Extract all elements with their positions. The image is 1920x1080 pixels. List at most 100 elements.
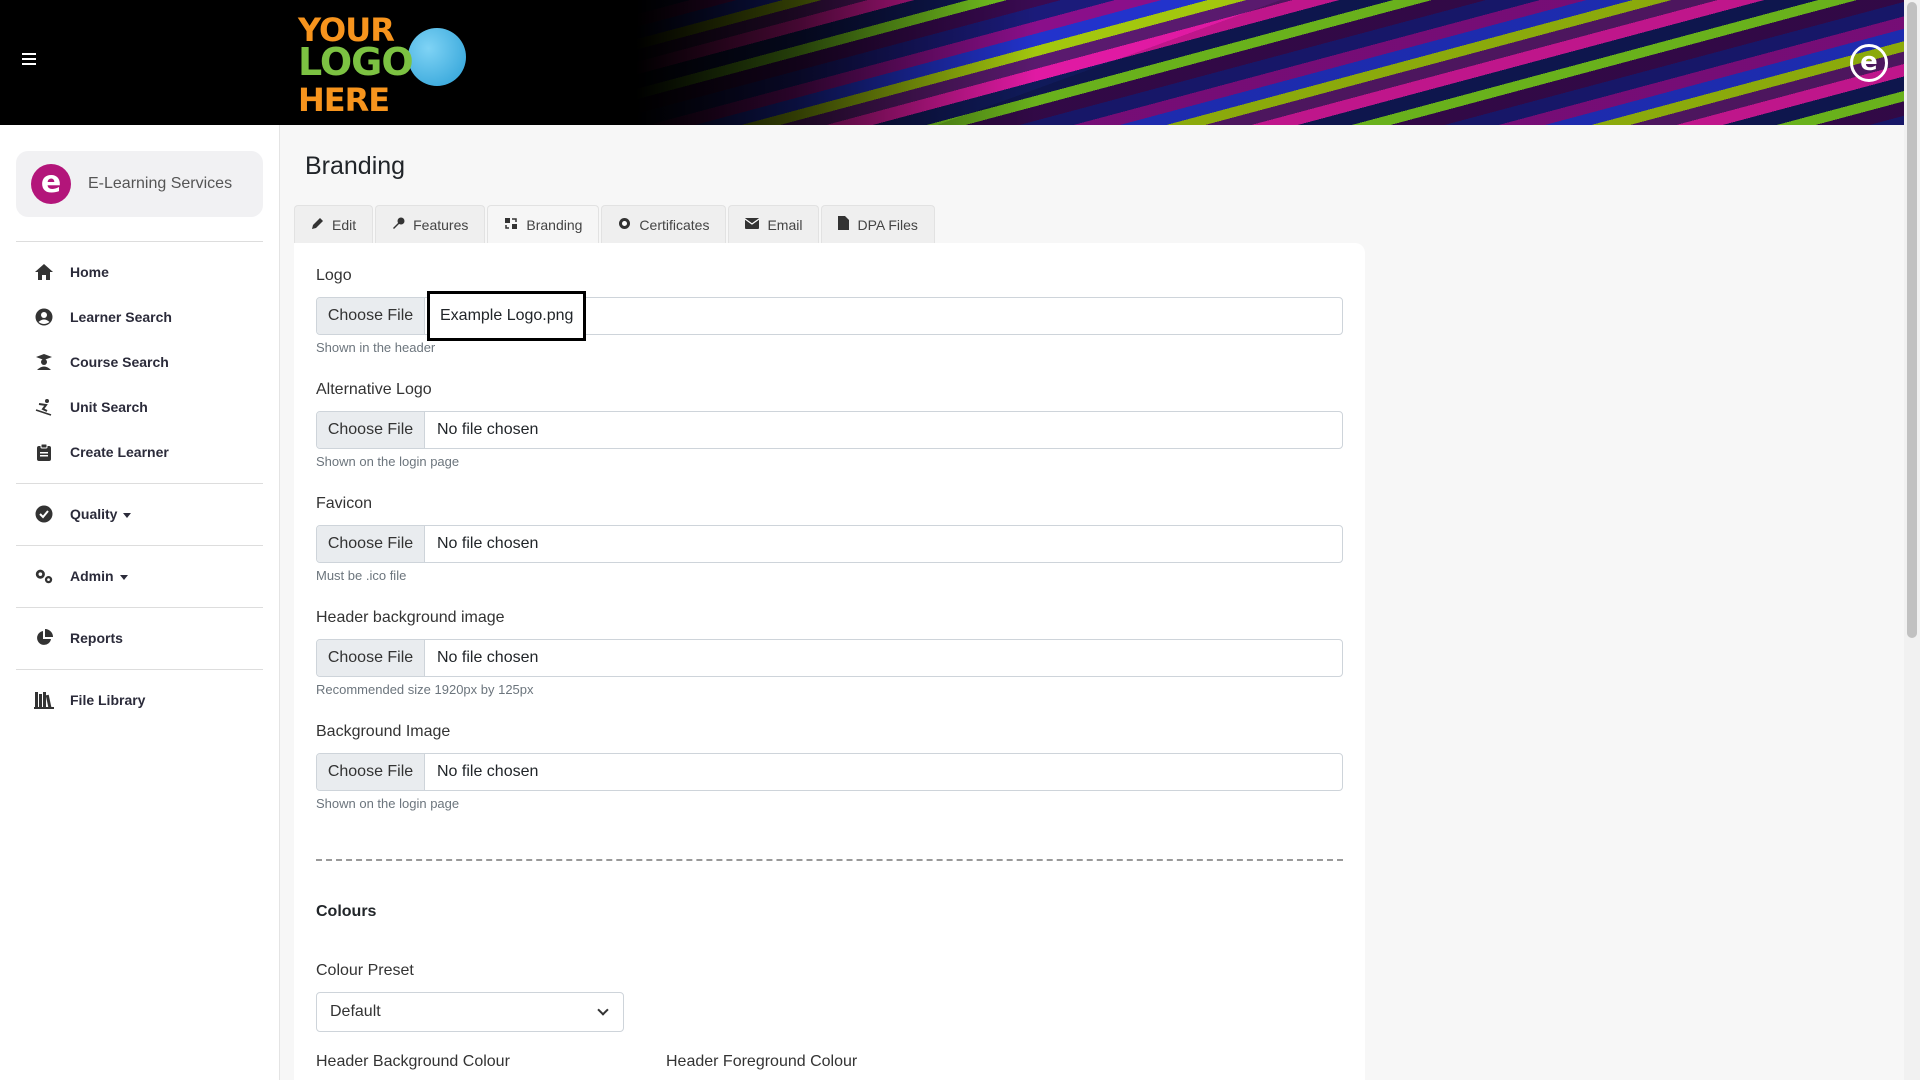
tab-edit[interactable]: Edit	[294, 205, 374, 243]
envelope-icon	[745, 217, 760, 232]
your-logo-here-logo[interactable]: YOUR LOGO HERE	[298, 12, 468, 116]
background-image-help-text: Shown on the login page	[316, 796, 460, 811]
alternative-logo-file-input[interactable]: Choose File No file chosen	[316, 411, 1343, 449]
sidebar-divider	[16, 669, 263, 670]
user-circle-icon	[34, 307, 54, 327]
clipboard-icon	[34, 442, 54, 462]
tab-branding[interactable]: Branding	[487, 205, 600, 243]
header-banner-fade	[636, 0, 1036, 125]
favicon-choose-file-button[interactable]: Choose File	[317, 526, 425, 562]
header-background-image-file-input[interactable]: Choose File No file chosen	[316, 639, 1343, 677]
app-header: YOUR LOGO HERE e	[0, 0, 1904, 125]
sidebar: e E-Learning Services Home Learner Searc…	[0, 125, 280, 1080]
sidebar-item-reports[interactable]: Reports	[34, 626, 123, 650]
alternative-logo-label: Alternative Logo	[316, 381, 432, 398]
sidebar-item-label: Home	[70, 264, 109, 280]
page-scrollbar[interactable]	[1904, 0, 1920, 1080]
sidebar-item-course-search[interactable]: Course Search	[34, 350, 169, 374]
corner-e-logo-icon: e	[1850, 44, 1888, 82]
sidebar-item-file-library[interactable]: File Library	[34, 688, 145, 712]
chevron-down-icon	[123, 512, 132, 518]
logo-ball-shape	[408, 28, 466, 86]
tab-label: Email	[767, 216, 803, 233]
alternative-logo-choose-file-button[interactable]: Choose File	[317, 412, 425, 448]
award-icon	[618, 217, 631, 233]
header-background-image-file-name: No file chosen	[437, 649, 539, 666]
tab-label: Edit	[332, 216, 357, 233]
sidebar-item-label: Unit Search	[70, 399, 148, 415]
logo-line-3: HERE	[298, 81, 390, 119]
sidebar-item-quality[interactable]: Quality	[34, 502, 132, 526]
alternative-logo-file-name: No file chosen	[437, 421, 539, 438]
colours-section-title: Colours	[316, 903, 377, 920]
logo-file-name: Example Logo.png	[427, 291, 587, 341]
tab-label: DPA Files	[857, 216, 918, 233]
sidebar-item-label: Reports	[70, 630, 123, 646]
tab-label: Branding	[526, 216, 583, 233]
home-icon	[34, 262, 54, 282]
favicon-label: Favicon	[316, 495, 373, 512]
header-background-image-choose-file-button[interactable]: Choose File	[317, 640, 425, 676]
pencil-icon	[311, 217, 324, 233]
section-divider	[316, 859, 1343, 861]
background-image-file-input[interactable]: Choose File No file chosen	[316, 753, 1343, 791]
tab-features[interactable]: Features	[375, 205, 486, 243]
brand-e-icon: e	[31, 164, 71, 204]
logo-help-text: Shown in the header	[316, 340, 436, 355]
tab-label: Certificates	[639, 216, 710, 233]
gears-icon	[34, 566, 54, 586]
brush-icon	[504, 217, 518, 233]
background-image-label: Background Image	[316, 723, 451, 740]
brand-name: E-Learning Services	[88, 175, 233, 192]
header-foreground-colour-label: Header Foreground Colour	[666, 1053, 858, 1070]
header-background-colour-label: Header Background Colour	[316, 1053, 510, 1070]
sidebar-item-home[interactable]: Home	[34, 260, 109, 284]
header-background-image-help-text: Recommended size 1920px by 125px	[316, 682, 534, 697]
sidebar-item-learner-search[interactable]: Learner Search	[34, 305, 172, 329]
favicon-help-text: Must be .ico file	[316, 568, 407, 583]
tab-bar: Edit Features Branding Certificates Emai…	[294, 205, 937, 243]
sidebar-item-label: Admin	[70, 568, 128, 584]
colour-preset-value: Default	[330, 1003, 381, 1020]
tab-dpa-files[interactable]: DPA Files	[821, 205, 935, 243]
chevron-down-icon	[597, 1004, 609, 1016]
alternative-logo-help-text: Shown on the login page	[316, 454, 460, 469]
scrollbar-thumb[interactable]	[1907, 2, 1917, 638]
sidebar-divider	[16, 483, 263, 484]
check-circle-icon	[34, 504, 54, 524]
favicon-file-input[interactable]: Choose File No file chosen	[316, 525, 1343, 563]
sidebar-brand[interactable]: e E-Learning Services	[16, 151, 263, 217]
wrench-icon	[392, 217, 405, 233]
tab-certificates[interactable]: Certificates	[601, 205, 727, 243]
chevron-down-icon	[119, 574, 128, 580]
skier-icon	[34, 397, 54, 417]
header-background-image-label: Header background image	[316, 609, 505, 626]
background-image-file-name: No file chosen	[437, 763, 539, 780]
sidebar-item-unit-search[interactable]: Unit Search	[34, 395, 148, 419]
file-icon	[838, 216, 850, 233]
sidebar-item-label: Learner Search	[70, 309, 172, 325]
logo-line-2: LOGO	[298, 40, 414, 84]
pie-chart-icon	[34, 628, 54, 648]
tab-email[interactable]: Email	[728, 205, 820, 243]
logo-file-input[interactable]: Choose File Example Logo.png	[316, 291, 1343, 341]
hamburger-menu-icon[interactable]	[18, 50, 40, 72]
tab-label: Features	[413, 216, 469, 233]
sidebar-divider	[16, 607, 263, 608]
logo-choose-file-button[interactable]: Choose File	[317, 298, 425, 334]
favicon-file-name: No file chosen	[437, 535, 539, 552]
sidebar-divider	[16, 241, 263, 242]
page-title: Branding	[305, 152, 406, 180]
sidebar-item-label: Quality	[70, 506, 132, 522]
sidebar-item-admin[interactable]: Admin	[34, 564, 128, 588]
background-image-choose-file-button[interactable]: Choose File	[317, 754, 425, 790]
graduate-icon	[34, 352, 54, 372]
logo-label: Logo	[316, 267, 352, 284]
sidebar-divider	[16, 545, 263, 546]
sidebar-item-create-learner[interactable]: Create Learner	[34, 440, 169, 464]
sidebar-item-label: Create Learner	[70, 444, 169, 460]
books-icon	[34, 690, 54, 710]
sidebar-item-label: File Library	[70, 692, 146, 708]
colour-preset-label: Colour Preset	[316, 962, 414, 979]
colour-preset-select[interactable]: Default	[316, 992, 624, 1032]
